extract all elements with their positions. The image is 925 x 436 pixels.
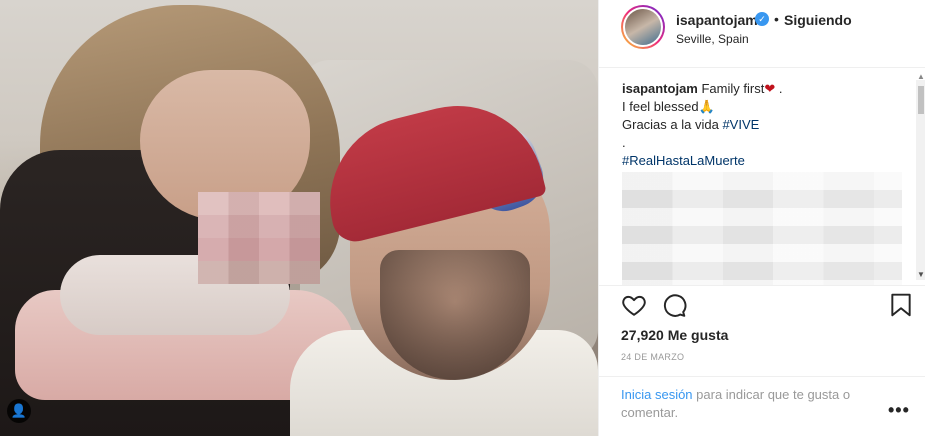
comment-bubble-icon[interactable] bbox=[661, 292, 687, 318]
caption-line-4: . bbox=[622, 135, 626, 150]
hashtag-vive-link[interactable]: #VIVE bbox=[722, 117, 759, 132]
comments-pixelated bbox=[622, 172, 902, 285]
photo-baby-face-pixelated bbox=[198, 192, 320, 284]
praying-hands-emoji-icon: 🙏 bbox=[698, 99, 715, 114]
scroll-down-arrow-icon[interactable]: ▼ bbox=[917, 270, 925, 279]
caption-line-5: #RealHastaLaMuerte bbox=[622, 152, 902, 170]
header-username[interactable]: isapantojam bbox=[676, 12, 758, 28]
caption-text-1-tail: . bbox=[775, 81, 783, 96]
heart-outline-icon[interactable] bbox=[621, 292, 647, 318]
caption-line-3: Gracias a la vida #VIVE bbox=[622, 116, 902, 134]
avatar[interactable] bbox=[621, 5, 665, 49]
post-side-panel: isapantojam ✓ • Siguiendo Seville, Spain… bbox=[598, 0, 925, 436]
login-link[interactable]: Inicia sesión bbox=[621, 387, 693, 402]
verified-badge-icon: ✓ bbox=[755, 12, 769, 26]
scroll-up-arrow-icon[interactable]: ▲ bbox=[917, 72, 925, 81]
likes-count[interactable]: 27,920 Me gusta bbox=[621, 327, 728, 343]
comments-pixelated-rows bbox=[622, 172, 902, 285]
location-link[interactable]: Seville, Spain bbox=[676, 32, 749, 46]
hashtag-realhastalamuerte-link[interactable]: #RealHastaLaMuerte bbox=[622, 153, 745, 168]
caption-text-3: Gracias a la vida bbox=[622, 117, 723, 132]
caption-line-1: isapantojam Family first❤ . bbox=[622, 80, 902, 98]
following-button[interactable]: Siguiendo bbox=[784, 12, 852, 28]
comments-scrollbar-thumb[interactable] bbox=[918, 86, 924, 114]
bookmark-icon[interactable] bbox=[888, 292, 914, 318]
red-heart-emoji-icon: ❤ bbox=[764, 81, 776, 96]
post-photo[interactable]: 👤 bbox=[0, 0, 598, 436]
header-separator: • bbox=[774, 11, 779, 27]
caption-text-2: I feel blessed bbox=[622, 99, 699, 114]
more-options-icon[interactable]: ••• bbox=[888, 400, 910, 421]
post-header: isapantojam ✓ • Siguiendo Seville, Spain bbox=[599, 0, 925, 68]
caption-text-1: Family first bbox=[701, 81, 765, 96]
avatar-image bbox=[623, 7, 663, 47]
actions-divider bbox=[599, 285, 925, 286]
user-tag-icon[interactable]: 👤 bbox=[7, 399, 31, 423]
caption-username[interactable]: isapantojam bbox=[622, 81, 698, 96]
caption-line-2: I feel blessed🙏 bbox=[622, 98, 902, 116]
login-prompt: Inicia sesión para indicar que te gusta … bbox=[621, 386, 881, 422]
post-date[interactable]: 24 DE MARZO bbox=[621, 352, 684, 362]
caption: isapantojam Family first❤ . I feel bless… bbox=[622, 80, 902, 285]
